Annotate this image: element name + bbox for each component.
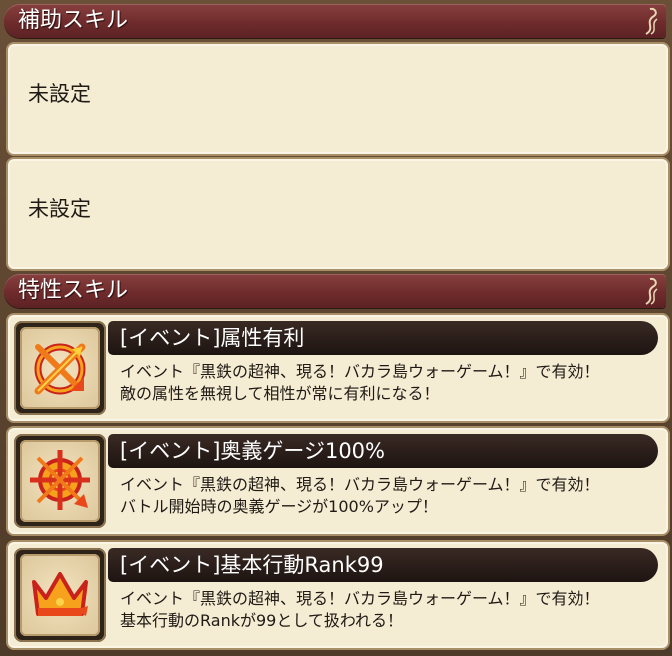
skill-description-line: バトル開始時の奥義ゲージが100%アップ！ — [120, 497, 438, 516]
skill-description-line: イベント『黒鉄の超神、現る！バカラ島ウォーゲーム！』で有効！ — [120, 475, 600, 494]
flourish-icon — [645, 7, 658, 35]
support-skill-slot-label: 未設定 — [28, 197, 91, 221]
skill-description-line: 敵の属性を無視して相性が常に有利になる！ — [120, 384, 440, 403]
skill-title-bar: [イベント]属性有利 — [108, 321, 658, 355]
skill-title: [イベント]属性有利 — [120, 326, 305, 350]
trait-skills-header: 特性スキル — [4, 274, 666, 308]
skill-title-bar: [イベント]奥義ゲージ100% — [108, 434, 658, 468]
skill-icon-frame — [14, 434, 106, 528]
trait-skill-card[interactable]: [イベント]属性有利 イベント『黒鉄の超神、現る！バカラ島ウォーゲーム！』で有効… — [6, 313, 670, 423]
trait-skill-card[interactable]: [イベント]奥義ゲージ100% イベント『黒鉄の超神、現る！バカラ島ウォーゲーム… — [6, 426, 670, 536]
skill-icon-frame — [14, 548, 106, 642]
skill-panel: 補助スキル 未設定 未設定 特性スキル [イベント]属性有利 イベント『黒鉄の超… — [0, 0, 672, 656]
skill-icon-frame — [14, 321, 106, 415]
skill-description: イベント『黒鉄の超神、現る！バカラ島ウォーゲーム！』で有効！ 基本行動のRank… — [120, 588, 660, 632]
advantage-target-icon — [34, 343, 86, 395]
skill-description: イベント『黒鉄の超神、現る！バカラ島ウォーゲーム！』で有効！ 敵の属性を無視して… — [120, 361, 660, 405]
support-skill-slot-1[interactable]: 未設定 — [6, 42, 670, 156]
skill-description: イベント『黒鉄の超神、現る！バカラ島ウォーゲーム！』で有効！ バトル開始時の奥義… — [120, 474, 660, 518]
trait-skills-title: 特性スキル — [18, 278, 129, 303]
crown-icon — [32, 572, 88, 616]
burst-gauge-icon — [30, 450, 90, 510]
support-skill-slot-2[interactable]: 未設定 — [6, 157, 670, 271]
skill-description-line: イベント『黒鉄の超神、現る！バカラ島ウォーゲーム！』で有効！ — [120, 362, 600, 381]
support-skills-title: 補助スキル — [18, 8, 129, 33]
support-skills-header: 補助スキル — [4, 4, 666, 38]
skill-description-line: イベント『黒鉄の超神、現る！バカラ島ウォーゲーム！』で有効！ — [120, 589, 600, 608]
skill-title-bar: [イベント]基本行動Rank99 — [108, 548, 658, 582]
trait-skill-card[interactable]: [イベント]基本行動Rank99 イベント『黒鉄の超神、現る！バカラ島ウォーゲー… — [6, 540, 670, 650]
flourish-icon — [645, 277, 658, 305]
skill-title: [イベント]基本行動Rank99 — [120, 553, 384, 577]
skill-title: [イベント]奥義ゲージ100% — [120, 439, 386, 463]
skill-description-line: 基本行動のRankが99として扱われる！ — [120, 611, 404, 630]
support-skill-slot-label: 未設定 — [28, 82, 91, 106]
